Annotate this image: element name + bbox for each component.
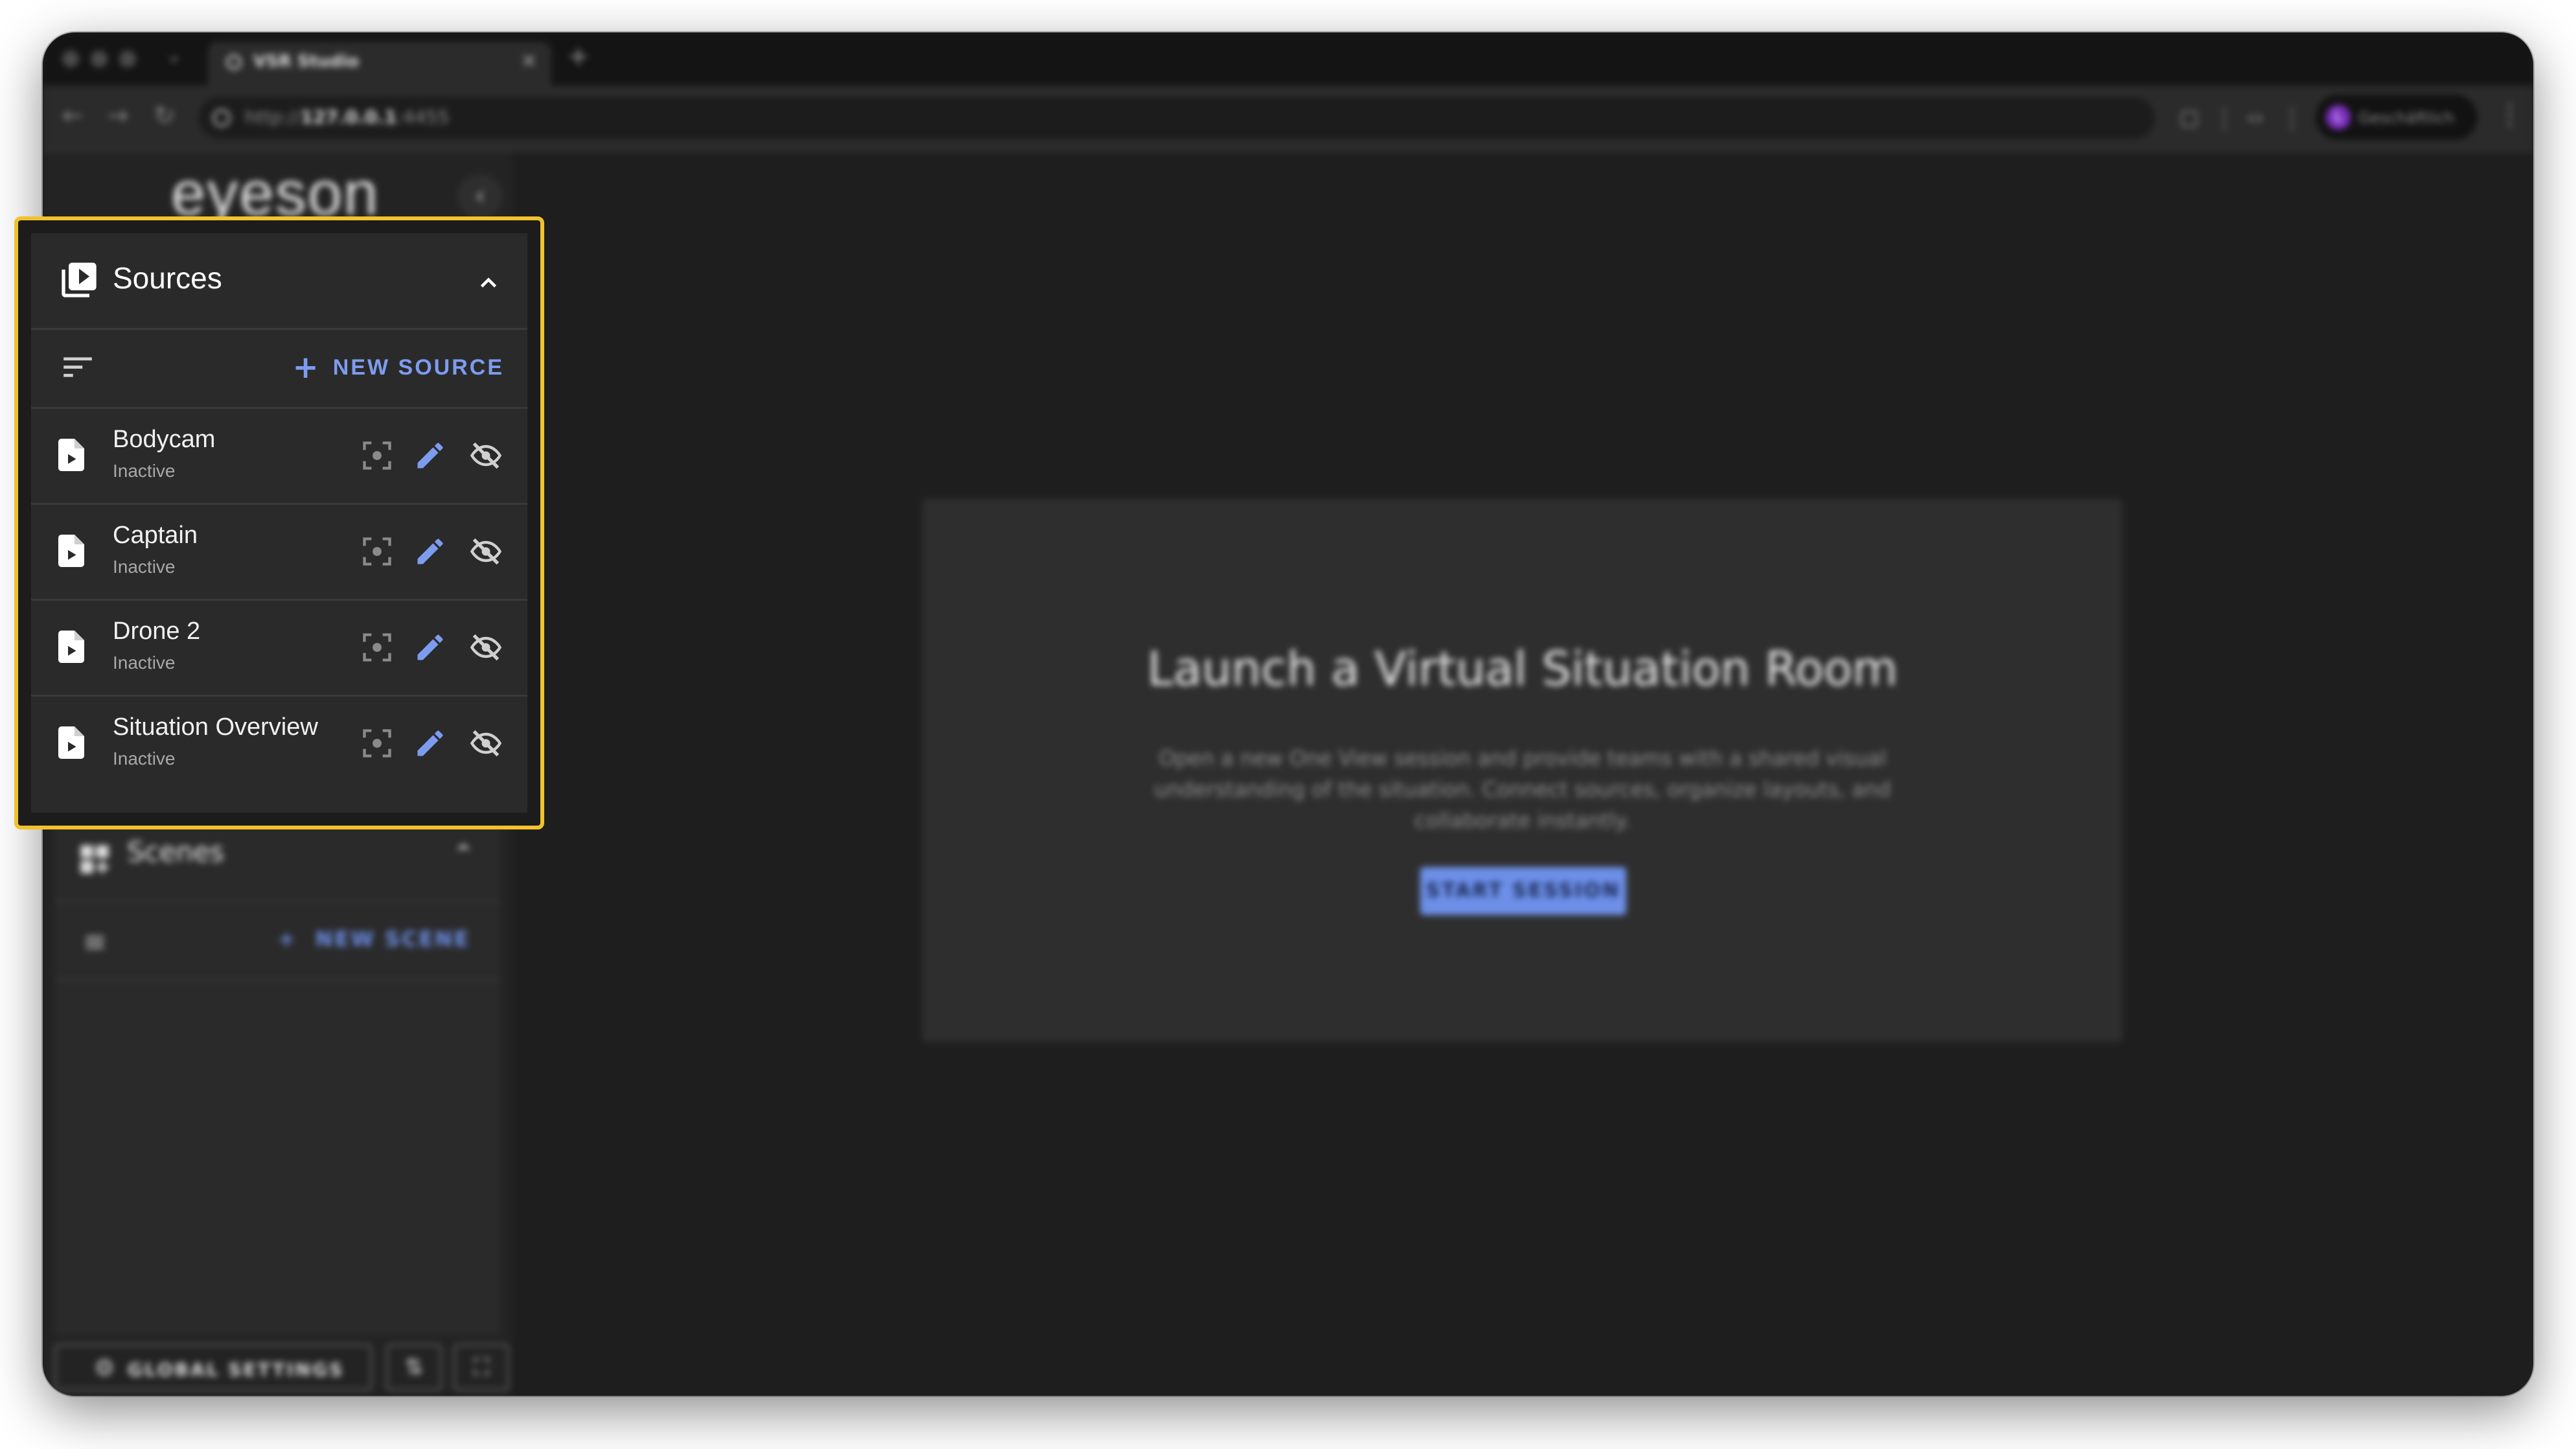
- address-url: http://127.0.0.1:4455: [245, 106, 450, 128]
- launch-title: Launch a Virtual Situation Room: [1147, 642, 1898, 696]
- global-settings-button[interactable]: ⚙ GLOBAL SETTINGS: [54, 1344, 372, 1391]
- reload-icon[interactable]: ↻: [154, 101, 175, 130]
- focus-icon[interactable]: [360, 631, 394, 664]
- visibility-off-icon[interactable]: [469, 631, 503, 664]
- source-name: Bodycam: [113, 426, 216, 453]
- chevron-up-icon[interactable]: [477, 271, 500, 294]
- window-close-dot[interactable]: [62, 51, 79, 67]
- window-maximize-dot[interactable]: [119, 51, 136, 67]
- browser-tab[interactable]: VSR Studio ×: [208, 41, 551, 86]
- focus-icon[interactable]: [360, 726, 394, 760]
- scenes-title: Scenes: [127, 836, 224, 868]
- launch-card: Launch a Virtual Situation Room Open a n…: [923, 499, 2122, 1042]
- launch-description: Open a new One View session and provide …: [1154, 746, 1891, 833]
- new-tab-plus-icon[interactable]: +: [568, 41, 590, 71]
- toolbar-separator: [2224, 106, 2225, 131]
- devtools-code-icon[interactable]: ‹›: [2247, 105, 2264, 130]
- new-source-button[interactable]: + NEW SOURCE: [292, 349, 504, 386]
- file-icon: [58, 535, 84, 567]
- tab-strip: ⌄ VSR Studio × +: [43, 32, 2533, 86]
- sources-header[interactable]: Sources: [31, 233, 527, 330]
- source-name: Captain: [113, 522, 198, 549]
- gear-icon: ⚙: [94, 1355, 115, 1382]
- sidebar-bottom-bar: ⚙ GLOBAL SETTINGS ⇅ ⛶: [54, 1335, 509, 1396]
- address-bar[interactable]: http://127.0.0.1:4455: [198, 97, 2155, 139]
- sources-panel: Sources + NEW SOURCE Bodycam Inactive Ca…: [31, 233, 527, 813]
- visibility-off-icon[interactable]: [469, 726, 503, 760]
- edit-pencil-icon[interactable]: [413, 535, 447, 568]
- browser-toolbar: ← → ↻ http://127.0.0.1:4455 ▢ ‹› L Gesch…: [43, 86, 2533, 152]
- file-icon: [58, 726, 84, 759]
- source-status: Inactive: [113, 461, 176, 481]
- source-status: Inactive: [113, 653, 176, 673]
- fullscreen-button[interactable]: ⛶: [454, 1344, 509, 1391]
- window-minimize-dot[interactable]: [91, 51, 108, 67]
- new-scene-button[interactable]: + NEW SCENE: [278, 927, 470, 951]
- visibility-off-icon[interactable]: [469, 535, 503, 568]
- tab-favicon-icon: [226, 54, 242, 70]
- site-info-icon[interactable]: [213, 109, 231, 127]
- profile-button[interactable]: L Geschäftlich: [2316, 95, 2478, 140]
- sort-icon[interactable]: [63, 354, 92, 380]
- edit-pencil-icon[interactable]: [413, 631, 447, 664]
- tab-title: VSR Studio: [253, 52, 359, 71]
- new-source-label: NEW SOURCE: [332, 354, 504, 380]
- browser-menu-icon[interactable]: ⋮: [2497, 100, 2523, 130]
- file-icon: [58, 631, 84, 663]
- toolbar-separator: [2291, 106, 2293, 131]
- profile-name: Geschäftlich: [2358, 109, 2455, 127]
- edit-pencil-icon[interactable]: [413, 439, 447, 472]
- list-item[interactable]: Bodycam Inactive: [31, 409, 527, 505]
- list-item[interactable]: Situation Overview Inactive: [31, 697, 527, 791]
- avatar: L: [2326, 105, 2351, 130]
- new-scene-label: NEW SCENE: [315, 927, 470, 951]
- tab-list-chevron-icon[interactable]: ⌄: [166, 44, 182, 67]
- source-name: Drone 2: [113, 618, 201, 645]
- plus-icon: +: [292, 349, 319, 386]
- sources-highlight: Sources + NEW SOURCE Bodycam Inactive Ca…: [14, 216, 544, 829]
- back-arrow-icon[interactable]: ←: [62, 101, 83, 130]
- scenes-actions: ≡ + NEW SCENE: [54, 901, 500, 980]
- global-settings-label: GLOBAL SETTINGS: [128, 1359, 345, 1380]
- sources-title: Sources: [113, 261, 222, 295]
- extensions-icon[interactable]: ▢: [2179, 105, 2199, 130]
- start-session-button[interactable]: START SESSION: [1420, 867, 1626, 915]
- list-item[interactable]: Captain Inactive: [31, 505, 527, 601]
- sort-icon[interactable]: ≡: [83, 925, 107, 958]
- source-name: Situation Overview: [113, 713, 318, 741]
- chevron-up-icon[interactable]: ⌃: [452, 840, 474, 870]
- video-library-icon: [62, 262, 97, 297]
- collapse-sidebar-button[interactable]: ‹: [457, 174, 503, 219]
- list-item[interactable]: Drone 2 Inactive: [31, 601, 527, 697]
- edit-pencil-icon[interactable]: [413, 726, 447, 760]
- source-status: Inactive: [113, 557, 176, 577]
- visibility-off-icon[interactable]: [469, 439, 503, 472]
- focus-icon[interactable]: [360, 535, 394, 568]
- source-status: Inactive: [113, 748, 176, 769]
- scenes-grid-icon: [80, 845, 109, 874]
- focus-icon[interactable]: [360, 439, 394, 472]
- scenes-panel: Scenes ⌃ ≡ + NEW SCENE: [54, 810, 500, 1335]
- forward-arrow-icon[interactable]: →: [108, 101, 128, 130]
- swap-arrows-button[interactable]: ⇅: [386, 1344, 442, 1391]
- tab-close-icon[interactable]: ×: [521, 49, 537, 72]
- sources-actions: + NEW SOURCE: [31, 328, 527, 409]
- file-icon: [58, 439, 84, 471]
